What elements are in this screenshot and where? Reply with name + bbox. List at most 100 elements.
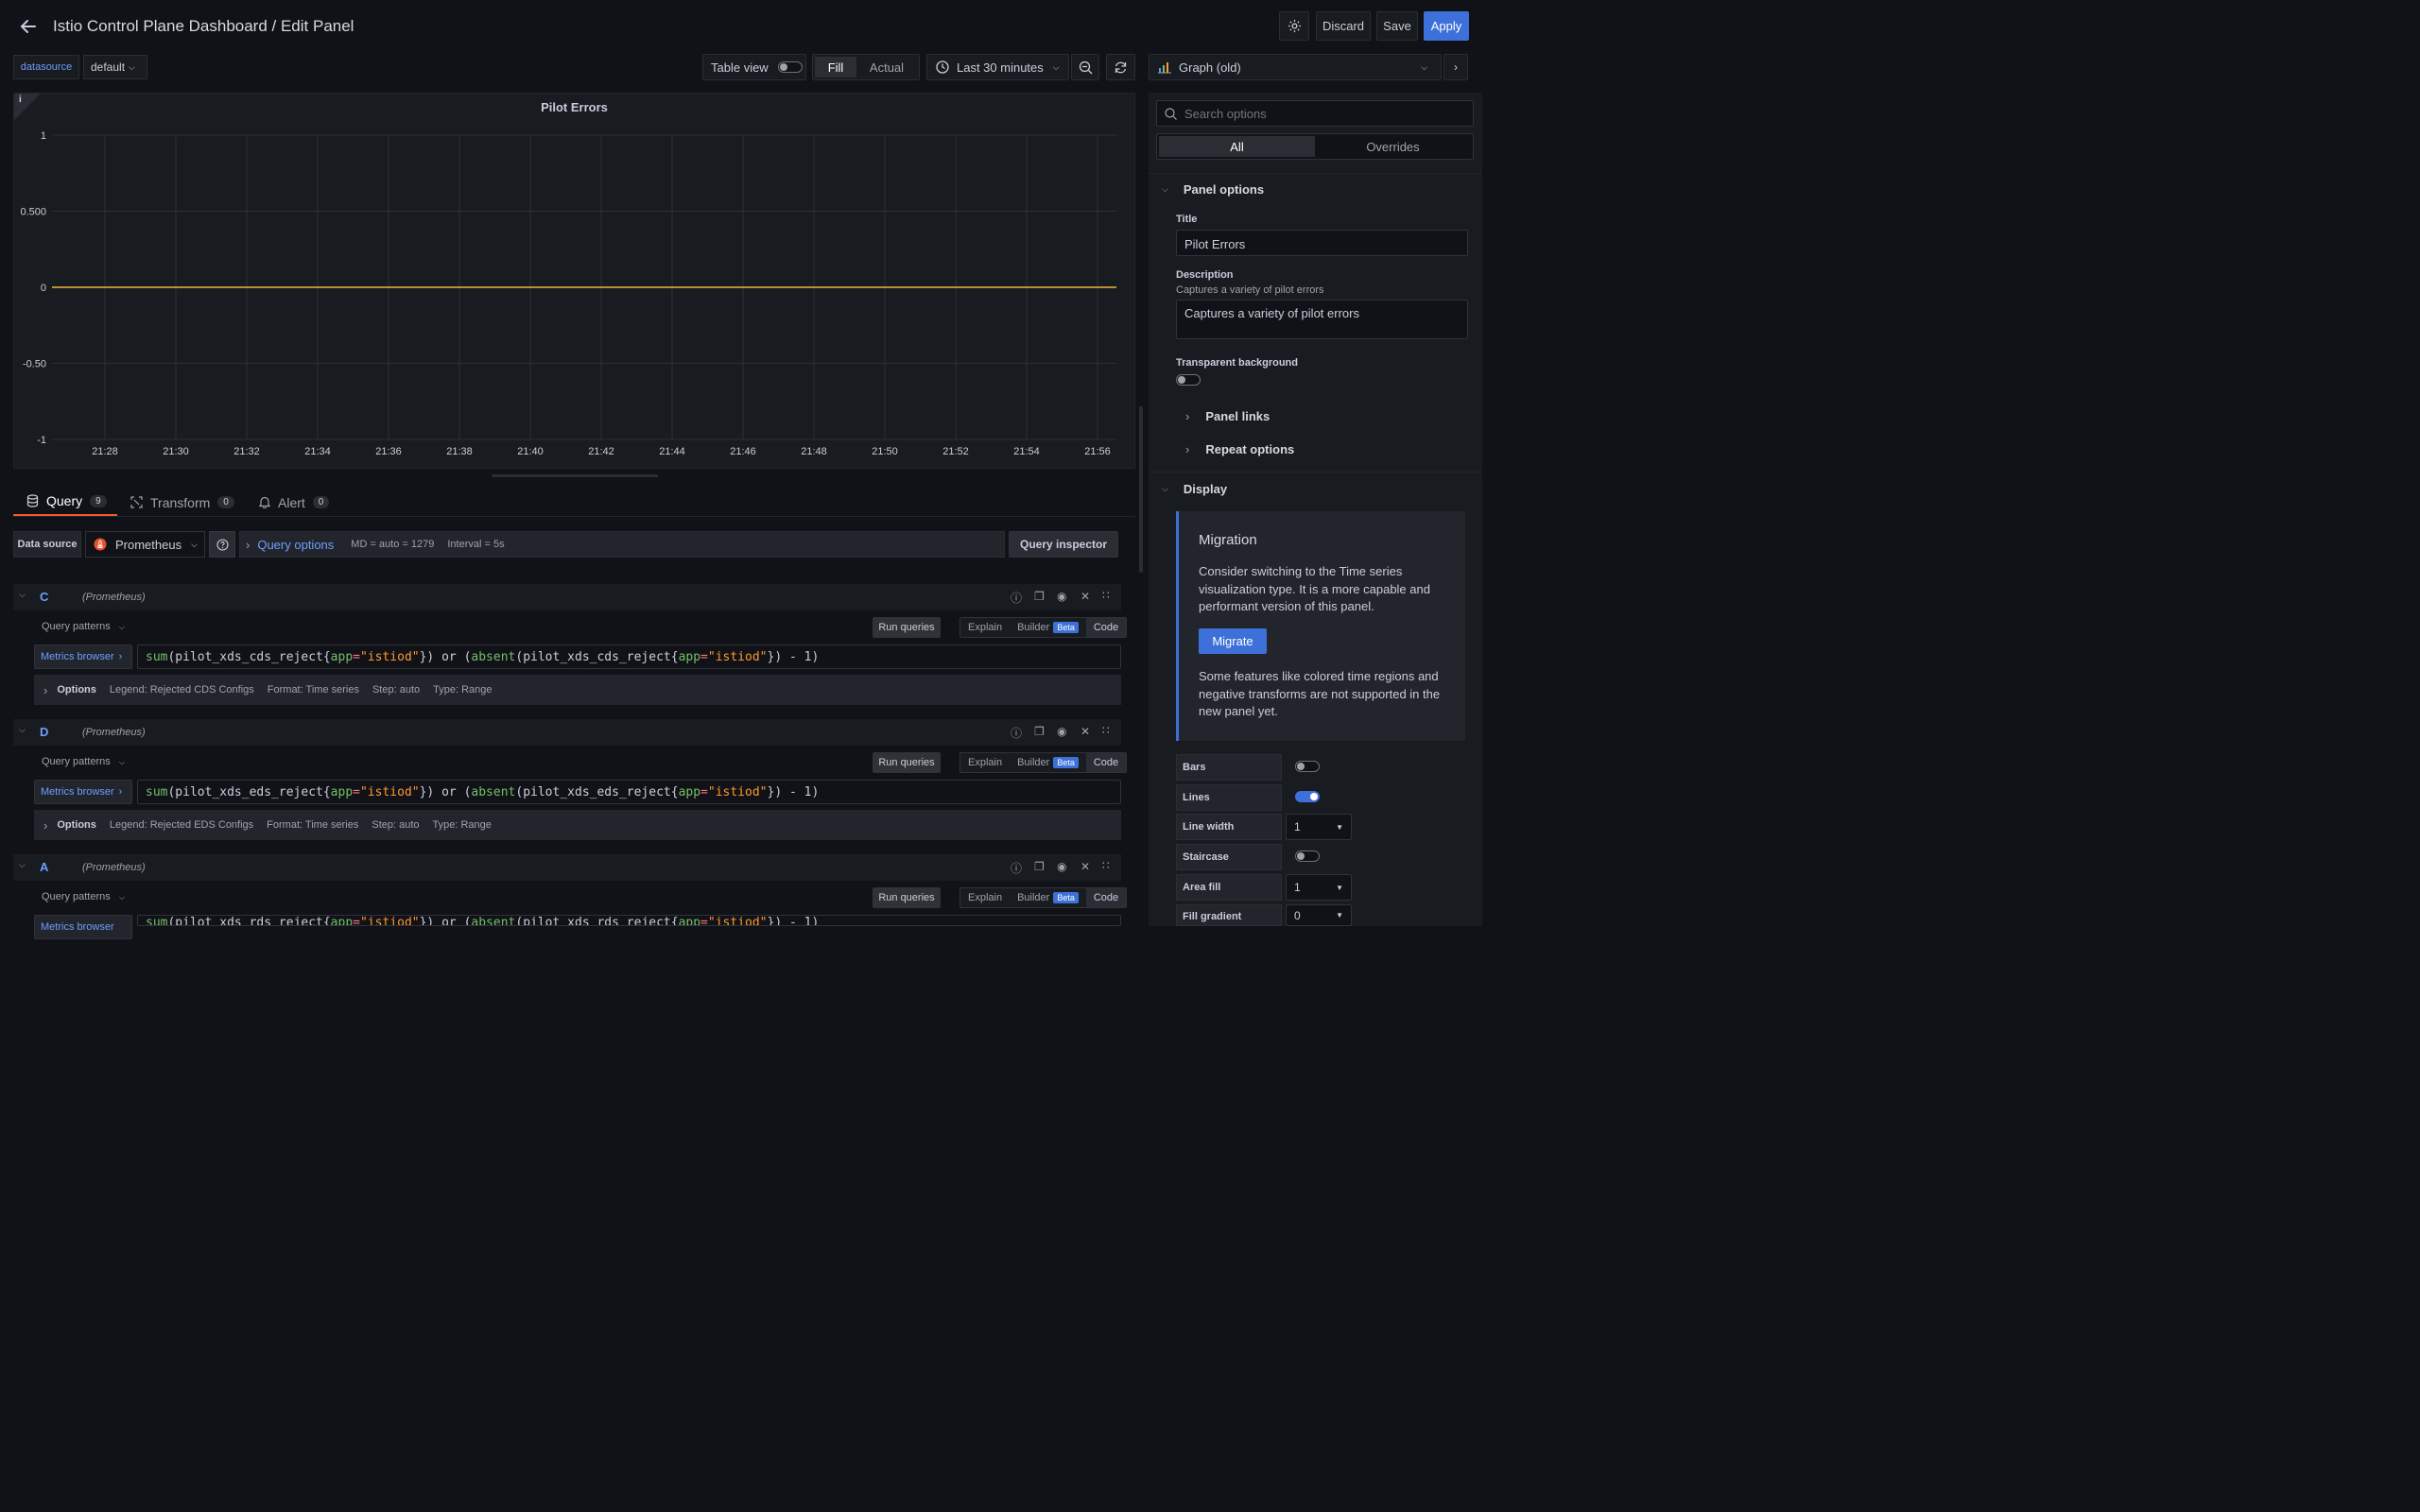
chevron-down-icon[interactable]: ⌵ bbox=[19, 590, 26, 600]
panel-options-section-header[interactable]: ⌵ Panel options bbox=[1162, 182, 1264, 197]
copy-icon[interactable]: ❐ bbox=[1034, 860, 1045, 873]
collapse-options-button[interactable]: › bbox=[1443, 54, 1468, 80]
trash-icon[interactable]: ✕ bbox=[1080, 860, 1090, 873]
query-options-row[interactable]: › Options Legend: Rejected CDS Configs F… bbox=[34, 675, 1121, 705]
help-icon[interactable]: ⓘ bbox=[1011, 860, 1022, 876]
chevron-down-icon[interactable]: ⌵ bbox=[19, 860, 26, 870]
display-section-header[interactable]: ⌵ Display bbox=[1162, 482, 1227, 496]
repeat-options-section-header[interactable]: › Repeat options bbox=[1185, 442, 1294, 456]
copy-icon[interactable]: ❐ bbox=[1034, 590, 1045, 603]
area-fill-select[interactable]: 1 ▼ bbox=[1286, 874, 1352, 901]
code-mode[interactable]: Code bbox=[1085, 888, 1127, 907]
panel-links-section-header[interactable]: › Panel links bbox=[1185, 409, 1270, 423]
query-options-row[interactable]: › Options Legend: Rejected EDS Configs F… bbox=[34, 810, 1121, 840]
builder-mode[interactable]: Builder Beta bbox=[1010, 618, 1086, 637]
eye-icon[interactable]: ◉ bbox=[1057, 725, 1066, 738]
expr-operator: = bbox=[353, 916, 360, 926]
query-patterns-dropdown[interactable]: Query patterns ⌵ bbox=[42, 621, 125, 632]
tab-transform[interactable]: Transform 0 bbox=[130, 488, 234, 517]
apply-button[interactable]: Apply bbox=[1424, 11, 1469, 41]
pane-resize-handle[interactable] bbox=[492, 474, 658, 477]
tab-query[interactable]: Query 9 bbox=[13, 488, 117, 517]
fill-actual-segment: Fill Actual bbox=[812, 54, 920, 80]
transparent-background-toggle[interactable] bbox=[1176, 374, 1201, 386]
query-row-header[interactable]: ⌵ C (Prometheus) ⓘ ❐ ◉ ✕ ∷ bbox=[13, 584, 1121, 610]
back-button[interactable] bbox=[15, 13, 42, 40]
chevron-down-icon[interactable]: ⌵ bbox=[19, 725, 26, 735]
drag-handle-icon[interactable]: ∷ bbox=[1102, 724, 1110, 737]
description-textarea[interactable]: Captures a variety of pilot errors bbox=[1176, 300, 1468, 339]
all-options-tab[interactable]: All bbox=[1159, 136, 1315, 157]
query-ref-id[interactable]: D bbox=[40, 725, 48, 739]
overrides-tab[interactable]: Overrides bbox=[1315, 136, 1471, 157]
settings-button[interactable] bbox=[1279, 11, 1309, 41]
metrics-browser-button[interactable]: Metrics browser › bbox=[34, 780, 132, 804]
query-row-header[interactable]: ⌵ A (Prometheus) ⓘ ❐ ◉ ✕ ∷ bbox=[13, 854, 1121, 881]
query-options-bar[interactable]: › Query options MD = auto = 1279 Interva… bbox=[239, 531, 1005, 558]
expr-label-key: app bbox=[678, 649, 701, 664]
time-range-picker[interactable]: Last 30 minutes ⌵ bbox=[926, 54, 1069, 80]
query-ref-id[interactable]: A bbox=[40, 860, 48, 874]
help-icon[interactable]: ⓘ bbox=[1011, 725, 1022, 741]
table-view-toggle[interactable]: Table view bbox=[702, 54, 806, 80]
explain-toggle[interactable]: Explain bbox=[960, 618, 1010, 637]
zoom-out-button[interactable] bbox=[1071, 54, 1099, 80]
actual-option[interactable]: Actual bbox=[856, 57, 917, 77]
bars-toggle[interactable] bbox=[1295, 761, 1320, 772]
table-view-switch[interactable] bbox=[777, 61, 803, 73]
help-icon[interactable]: ⓘ bbox=[1011, 590, 1022, 606]
description-label: Description bbox=[1176, 269, 1234, 281]
query-inspector-button[interactable]: Query inspector bbox=[1009, 531, 1118, 558]
migrate-button[interactable]: Migrate bbox=[1199, 628, 1267, 654]
query-expression-input[interactable]: sum (pilot_xds_rds_reject{app = "istiod"}) … bbox=[137, 915, 1121, 926]
data-source-help-button[interactable] bbox=[209, 531, 235, 558]
search-options-input[interactable] bbox=[1184, 106, 1459, 121]
migration-notice: Migration Consider switching to the Time… bbox=[1176, 511, 1465, 741]
visualization-picker[interactable]: Graph (old) ⌵ bbox=[1149, 54, 1442, 80]
search-options-field[interactable] bbox=[1156, 100, 1474, 127]
lines-toggle[interactable] bbox=[1295, 791, 1320, 802]
run-queries-button[interactable]: Run queries bbox=[873, 752, 941, 773]
drag-handle-icon[interactable]: ∷ bbox=[1102, 589, 1110, 602]
query-expression-input[interactable]: sum (pilot_xds_cds_reject{app = "istiod"}) … bbox=[137, 644, 1121, 669]
staircase-toggle[interactable] bbox=[1295, 850, 1320, 862]
tab-alert[interactable]: Alert 0 bbox=[259, 488, 330, 517]
trash-icon[interactable]: ✕ bbox=[1080, 725, 1090, 738]
eye-icon[interactable]: ◉ bbox=[1057, 590, 1066, 603]
drag-handle-icon[interactable]: ∷ bbox=[1102, 859, 1110, 872]
trash-icon[interactable]: ✕ bbox=[1080, 590, 1090, 603]
eye-icon[interactable]: ◉ bbox=[1057, 860, 1066, 873]
code-mode[interactable]: Code bbox=[1085, 753, 1127, 772]
query-expression-input[interactable]: sum (pilot_xds_eds_reject{app = "istiod"}) … bbox=[137, 780, 1121, 804]
x-tick-label: 21:40 bbox=[517, 446, 544, 457]
run-queries-button[interactable]: Run queries bbox=[873, 887, 941, 908]
panel-options-label: Panel options bbox=[1183, 182, 1265, 197]
chart[interactable]: 1 0.500 0 -0.50 -1 21:28 21:30 21:32 21:34 21:36 2… bbox=[14, 94, 1136, 470]
data-source-picker[interactable]: Prometheus ⌵ bbox=[85, 531, 205, 558]
query-ref-id[interactable]: C bbox=[40, 590, 48, 604]
builder-mode[interactable]: Builder Beta bbox=[1010, 753, 1086, 772]
chevron-right-icon: › bbox=[1185, 442, 1190, 456]
query-patterns-dropdown[interactable]: Query patterns ⌵ bbox=[42, 756, 125, 767]
refresh-button[interactable] bbox=[1106, 54, 1135, 80]
datasource-variable-select[interactable]: default ⌵ bbox=[83, 55, 147, 79]
run-queries-button[interactable]: Run queries bbox=[873, 617, 941, 638]
fill-gradient-select[interactable]: 0 ▼ bbox=[1286, 904, 1352, 926]
fill-option[interactable]: Fill bbox=[815, 57, 856, 77]
copy-icon[interactable]: ❐ bbox=[1034, 725, 1045, 738]
query-patterns-dropdown[interactable]: Query patterns ⌵ bbox=[42, 891, 125, 902]
explain-toggle[interactable]: Explain bbox=[960, 753, 1010, 772]
line-width-select[interactable]: 1 ▼ bbox=[1286, 814, 1352, 840]
discard-button[interactable]: Discard bbox=[1316, 11, 1371, 41]
code-mode[interactable]: Code bbox=[1085, 618, 1127, 637]
x-tick-label: 21:34 bbox=[304, 446, 331, 457]
save-button[interactable]: Save bbox=[1376, 11, 1418, 41]
editor-scrollbar[interactable] bbox=[1139, 406, 1143, 573]
metrics-browser-button[interactable]: Metrics browser bbox=[34, 915, 132, 939]
explain-toggle[interactable]: Explain bbox=[960, 888, 1010, 907]
x-tick-label: 21:48 bbox=[801, 446, 827, 457]
query-row-header[interactable]: ⌵ D (Prometheus) ⓘ ❐ ◉ ✕ ∷ bbox=[13, 719, 1121, 746]
builder-mode[interactable]: Builder Beta bbox=[1010, 888, 1086, 907]
metrics-browser-button[interactable]: Metrics browser › bbox=[34, 644, 132, 669]
title-input[interactable]: Pilot Errors bbox=[1176, 230, 1468, 256]
